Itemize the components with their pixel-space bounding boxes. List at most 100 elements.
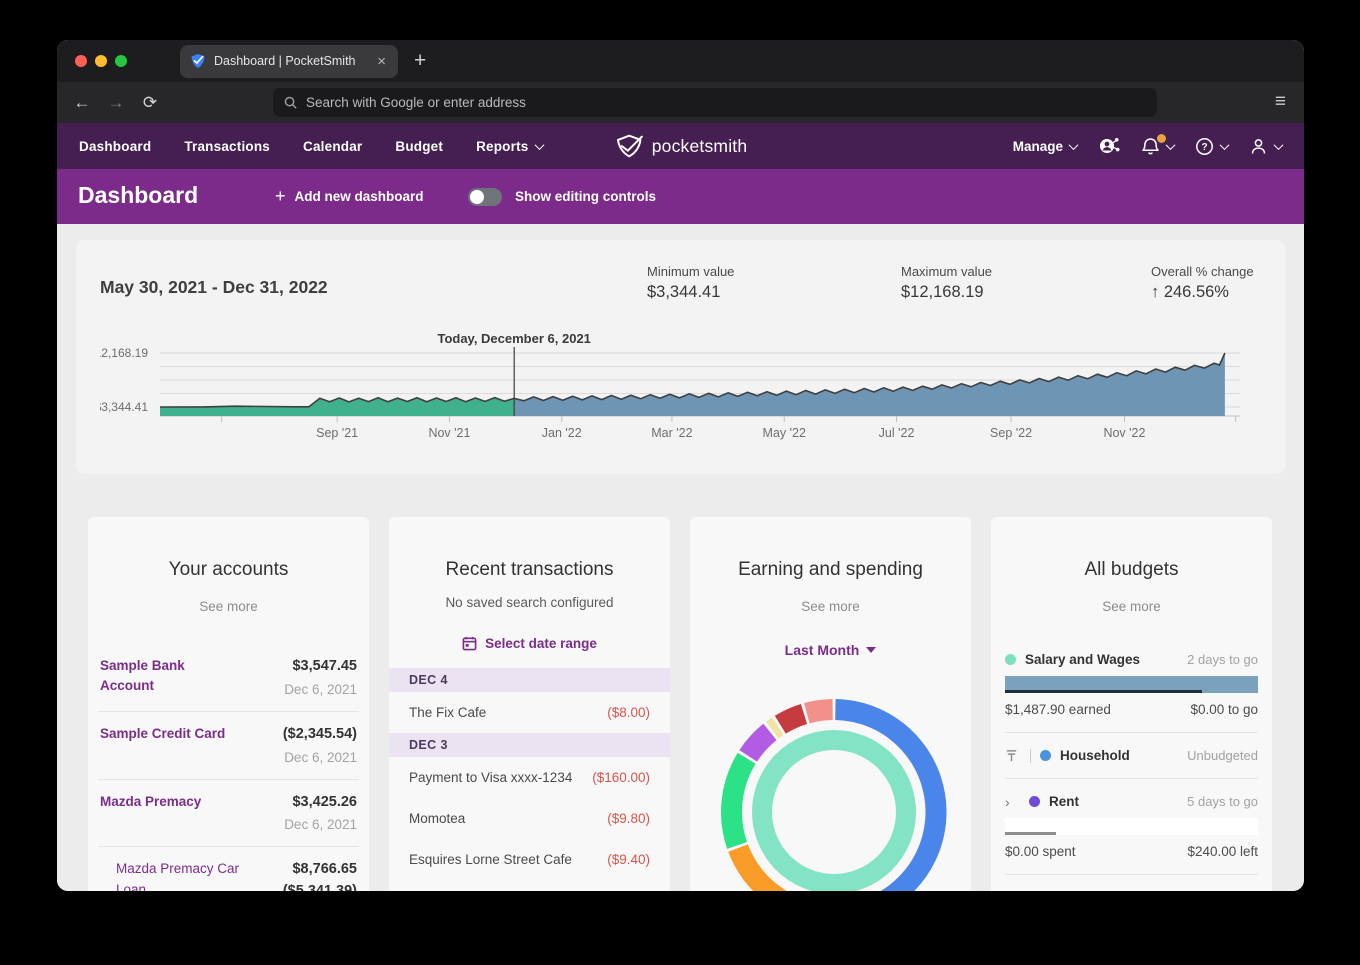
category-color-dot [1005, 654, 1016, 665]
editing-controls-toggle[interactable] [468, 188, 502, 206]
page-title: Dashboard [78, 182, 198, 209]
transaction-amount: ($160.00) [592, 770, 650, 785]
transaction-row[interactable]: Esquires Lorne Street Cafe($9.40) [389, 839, 670, 880]
transaction-row[interactable]: Momotea ($9.80) [389, 798, 670, 839]
account-link[interactable]: Mazda Premacy [100, 792, 239, 833]
notifications-menu[interactable] [1141, 137, 1174, 156]
budget-row[interactable]: Salary and Wages2 days to go$1,487.90 ea… [1005, 652, 1258, 717]
help-menu[interactable]: ? [1195, 137, 1228, 156]
zoom-window-button[interactable] [115, 55, 127, 67]
account-row[interactable]: Mazda Premacy Car Loan$8,766.65($5,341.3… [88, 847, 369, 891]
transaction-date-band: DEC 3 [389, 733, 670, 757]
manage-menu[interactable]: Manage [1013, 139, 1077, 154]
transaction-date-band: DEC 4 [389, 668, 670, 692]
budget-status: 6 days to go [1187, 890, 1258, 891]
svg-text:Jul '22: Jul '22 [879, 426, 915, 440]
plus-icon: + [275, 187, 286, 205]
transaction-row[interactable]: Payment Received - Thank you$160.00 [389, 880, 670, 891]
add-dashboard-label: Add new dashboard [295, 189, 424, 204]
help-icon: ? [1195, 137, 1214, 156]
account-row[interactable]: Mazda Premacy $3,425.26 Dec 6, 2021 [88, 780, 369, 847]
account-row[interactable]: Sample Credit Card($2,345.54)Dec 6, 2021 [88, 712, 369, 779]
nav-item-reports-label: Reports [476, 139, 528, 154]
advisor-icon[interactable] [1098, 136, 1120, 156]
tab-close-icon[interactable]: × [375, 53, 388, 70]
budget-amounts: $0.00 spent$240.00 left [1005, 844, 1258, 859]
nav-item-dashboard[interactable]: Dashboard [79, 139, 151, 154]
transaction-amount: ($8.00) [607, 705, 650, 720]
transaction-name: Momotea [409, 811, 465, 826]
account-row[interactable]: Sample Bank Account$3,547.45Dec 6, 2021 [88, 644, 369, 711]
account-balance: $3,547.45 [284, 656, 357, 678]
close-window-button[interactable] [75, 55, 87, 67]
account-balance: ($2,345.54) [283, 724, 357, 746]
account-date: Dec 6, 2021 [284, 817, 357, 832]
browser-menu-icon[interactable]: ≡ [1275, 91, 1286, 113]
stat-minimum-label: Minimum value [647, 264, 901, 279]
no-saved-search-text: No saved search configured [389, 595, 670, 610]
your-accounts-card: Your accounts See more Sample Bank Accou… [88, 517, 369, 891]
browser-tab[interactable]: Dashboard | PocketSmith × [180, 45, 398, 78]
budget-name: Salary and Wages [1025, 652, 1187, 667]
svg-text:Sep '22: Sep '22 [990, 426, 1032, 440]
new-tab-button[interactable]: + [414, 49, 426, 73]
transaction-row[interactable]: The Fix Cafe($8.00) [389, 692, 670, 733]
networth-card: May 30, 2021 - Dec 31, 2022 Minimum valu… [76, 240, 1285, 474]
budget-row[interactable]: ›Utilities6 days to go [1005, 874, 1258, 891]
user-icon [1249, 137, 1268, 156]
earning-spending-card: Earning and spending See more Last Month [690, 517, 971, 891]
add-dashboard-button[interactable]: + Add new dashboard [275, 187, 424, 205]
pocketsmith-favicon [190, 53, 206, 69]
stat-change-label: Overall % change [1151, 264, 1261, 279]
budget-progress-bar [1005, 676, 1258, 693]
nav-item-reports[interactable]: Reports [476, 139, 542, 154]
transaction-row[interactable]: Payment to Visa xxxx-1234 ($160.00) [389, 757, 670, 798]
browser-window: Dashboard | PocketSmith × + ← → ⟳ Search… [57, 40, 1304, 891]
amount-left: $1,487.90 earned [1005, 702, 1111, 717]
amount-right: $240.00 left [1187, 844, 1258, 859]
budget-row[interactable]: ›Rent5 days to go$0.00 spent$240.00 left [1005, 778, 1258, 859]
period-dropdown[interactable]: Last Month [785, 642, 877, 658]
account-balance: $3,425.26 [284, 792, 357, 814]
transaction-name: Esquires Lorne Street Cafe [409, 852, 572, 867]
nav-item-calendar[interactable]: Calendar [303, 139, 362, 154]
account-link[interactable]: Mazda Premacy Car Loan [100, 859, 255, 891]
see-more-link[interactable]: See more [801, 599, 860, 614]
transaction-name: Payment to Visa xxxx-1234 [409, 770, 572, 785]
account-link[interactable]: Sample Credit Card [100, 724, 239, 765]
select-date-range-button[interactable]: Select date range [462, 636, 597, 651]
forward-icon[interactable]: → [99, 93, 133, 113]
see-more-link[interactable]: See more [1102, 599, 1161, 614]
expand-chevron-icon[interactable]: › [1005, 795, 1021, 809]
back-icon[interactable]: ← [65, 93, 99, 113]
account-link[interactable]: Sample Bank Account [100, 656, 239, 697]
transaction-amount: ($9.80) [607, 811, 650, 826]
transactions-list: DEC 4The Fix Cafe($8.00)DEC 3Payment to … [389, 668, 670, 891]
svg-text:Today, December 6, 2021: Today, December 6, 2021 [437, 334, 590, 346]
progress-underline [1005, 690, 1202, 693]
select-date-range-label: Select date range [485, 636, 597, 651]
amount-right: $0.00 to go [1190, 702, 1258, 717]
editing-controls-label: Show editing controls [515, 189, 656, 204]
nav-item-transactions[interactable]: Transactions [184, 139, 270, 154]
reload-icon[interactable]: ⟳ [133, 93, 167, 113]
stat-change: Overall % change ↑ 246.56% [1151, 264, 1261, 310]
budgets-list: Salary and Wages2 days to go$1,487.90 ea… [991, 652, 1272, 891]
expand-chevron-icon[interactable]: › [1005, 891, 1021, 892]
budget-row[interactable]: HouseholdUnbudgeted [1005, 732, 1258, 763]
pocketsmith-logo[interactable]: pocketsmith [614, 133, 748, 159]
svg-text:Nov '21: Nov '21 [428, 426, 470, 440]
dashboard-subheader: Dashboard + Add new dashboard Show editi… [57, 169, 1304, 224]
stat-minimum-value: $3,344.41 [647, 283, 901, 302]
minimize-window-button[interactable] [95, 55, 107, 67]
address-bar[interactable]: Search with Google or enter address [273, 88, 1157, 117]
see-more-link[interactable]: See more [199, 599, 258, 614]
svg-text:$3,344.41: $3,344.41 [100, 400, 148, 414]
budget-amounts: $1,487.90 earned $0.00 to go [1005, 702, 1258, 717]
card-title: Recent transactions [389, 559, 670, 581]
svg-text:Jan '22: Jan '22 [542, 426, 582, 440]
nav-item-budget[interactable]: Budget [395, 139, 443, 154]
user-menu[interactable] [1249, 137, 1282, 156]
search-icon [283, 95, 298, 110]
category-color-dot [1040, 750, 1051, 761]
